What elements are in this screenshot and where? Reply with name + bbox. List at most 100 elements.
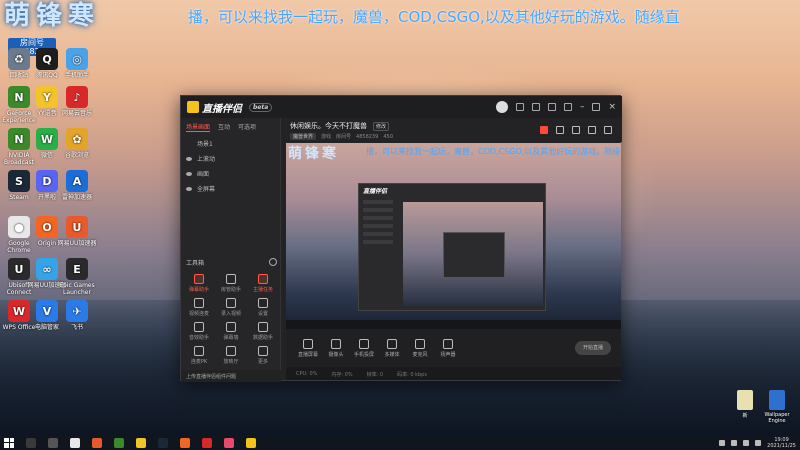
start-menu-icon[interactable] <box>4 437 14 448</box>
user-avatar[interactable] <box>495 101 508 113</box>
input-method-icon[interactable] <box>755 439 762 446</box>
scene-item[interactable]: 场景1 <box>181 136 280 151</box>
stream-preview[interactable]: 萌锋寒 播，可以来找我一起玩，魔兽，COD,CSGO,以及其他好玩的游戏。随缘 … <box>286 143 621 329</box>
tool-more[interactable]: 更多 <box>249 346 277 365</box>
media-button[interactable]: 多媒体 <box>380 338 404 358</box>
desktop-shortcut[interactable]: A 雷神加速器 <box>56 170 98 201</box>
yy-icon[interactable] <box>136 437 146 448</box>
eye-icon[interactable] <box>186 171 192 176</box>
speaker-button[interactable]: 扬声器 <box>436 338 460 358</box>
nested-app-logo: 直播伴侣 <box>363 188 388 195</box>
task-view-icon[interactable] <box>48 437 58 448</box>
volume-icon[interactable] <box>743 439 750 446</box>
desktop-shortcut-label: Epic Games Launcher <box>59 282 95 296</box>
desktop-shortcut-label: 谷歌浏览 <box>64 152 89 159</box>
stream-category: 游戏 <box>321 134 332 140</box>
system-clock[interactable]: 19:09 2021/11/25 <box>767 437 796 449</box>
screen-capture-button[interactable]: 直播屏幕 <box>296 338 320 358</box>
desktop-shortcut[interactable]: ✈ 飞书 <box>56 300 98 331</box>
sidebar: 场景画面 互动 可选项 场景1 上滚动 画面 全屏幕 工具箱 弹幕助手 房管助手 主… <box>181 118 281 382</box>
tool-streamer-task[interactable]: 主播任务 <box>249 274 277 293</box>
scene-item[interactable]: 全屏幕 <box>181 181 280 196</box>
scene-item[interactable]: 画面 <box>181 166 280 181</box>
close-icon[interactable]: × <box>608 103 616 112</box>
more-icon <box>258 346 268 356</box>
titlebar[interactable]: 直播伴侣 beta – × <box>181 96 622 118</box>
layout-icon[interactable] <box>572 126 580 134</box>
desktop-shortcut[interactable]: U 网易UU加速器 <box>56 216 98 247</box>
uu-accelerator-icon: ∞ <box>36 258 58 280</box>
folder-icon <box>737 390 753 410</box>
eye-icon[interactable] <box>186 186 192 191</box>
minimize-icon[interactable]: – <box>580 103 585 112</box>
wechat-icon: W <box>36 128 58 150</box>
tab-scenes[interactable]: 场景画面 <box>186 122 211 132</box>
edit-title-button[interactable]: 修改 <box>373 121 390 131</box>
sidebar-footer[interactable]: 上传直播伴侣组件问题 <box>181 370 281 382</box>
desktop-shortcut-label: 手机助手 <box>64 72 89 79</box>
epic-games-icon: E <box>66 258 88 280</box>
tool-danmaku-helper[interactable]: 弹幕助手 <box>185 274 213 293</box>
desktop-icon-folder[interactable]: 新 <box>728 390 762 419</box>
tool-sound-effect[interactable]: 音效助手 <box>185 322 213 341</box>
desktop-icon-installer[interactable]: Wallpaper Engine <box>760 390 794 424</box>
tool-video-link[interactable]: 视频连麦 <box>185 298 213 317</box>
eye-icon[interactable] <box>186 156 192 161</box>
status-fps: 帧率: 0 <box>366 372 384 378</box>
tool-record-video[interactable]: 录入视频 <box>217 298 245 317</box>
menu-icon[interactable] <box>563 103 572 111</box>
sidebar-tabs: 场景画面 互动 可选项 <box>181 118 280 136</box>
taskbar-app-icon[interactable] <box>224 437 234 448</box>
tab-interaction[interactable]: 互动 <box>218 122 230 132</box>
scene-item[interactable]: 上滚动 <box>181 151 280 166</box>
settings-icon[interactable] <box>531 103 540 111</box>
control-label: 直播屏幕 <box>297 351 318 358</box>
live-companion-icon[interactable] <box>246 437 256 448</box>
preview-taskbar <box>286 320 621 329</box>
nested-sidebar <box>363 200 397 300</box>
toolbox-settings-icon[interactable] <box>269 258 277 266</box>
steam-icon[interactable] <box>158 437 168 448</box>
origin-icon[interactable] <box>180 437 190 448</box>
microphone-button[interactable]: 麦克风 <box>408 338 432 358</box>
tool-settings[interactable]: 设置 <box>249 298 277 317</box>
tool-danmaku-wall[interactable]: 弹幕墙 <box>217 322 245 341</box>
record-video-icon <box>226 298 236 308</box>
tab-options[interactable]: 可选项 <box>238 122 256 132</box>
desktop-shortcut-label: 网易UU加速器 <box>57 240 97 247</box>
lock-icon[interactable] <box>556 126 564 134</box>
search-icon[interactable] <box>26 437 36 448</box>
network-icon[interactable] <box>731 439 738 446</box>
stream-tag[interactable]: 魔兽世界 <box>290 133 317 140</box>
room-id: 4858239 <box>356 133 379 140</box>
chrome-icon[interactable] <box>70 437 80 448</box>
taskbar-app-icon[interactable] <box>92 437 102 448</box>
tool-link-pk[interactable]: 连麦PK <box>185 346 213 365</box>
preview-overlay-marquee: 播，可以来找我一起玩，魔兽，COD,CSGO,以及其他好玩的游戏。随缘 <box>366 147 621 156</box>
tool-data-helper[interactable]: 数据助手 <box>249 322 277 341</box>
record-icon[interactable] <box>540 126 548 134</box>
bell-icon[interactable] <box>588 126 596 134</box>
maximize-icon[interactable] <box>592 103 601 111</box>
control-label: 手机投屏 <box>353 351 374 358</box>
phone-cast-button[interactable]: 手机投屏 <box>352 338 376 358</box>
desktop-shortcut-label: 雷神加速器 <box>61 194 92 201</box>
message-icon[interactable] <box>515 103 524 111</box>
start-live-button[interactable]: 开始直播 <box>575 341 611 355</box>
tool-label: 更多 <box>257 359 268 365</box>
desktop-shortcut[interactable]: ◎ 手机助手 <box>56 48 98 79</box>
tool-cinema[interactable]: 放映厅 <box>217 346 245 365</box>
tray-arrow-icon[interactable] <box>719 439 726 446</box>
netease-icon[interactable] <box>202 437 212 448</box>
camera-button[interactable]: 摄像头 <box>324 338 348 358</box>
nvidia-icon[interactable] <box>114 437 124 448</box>
desktop-shortcut[interactable]: ♪ 网易云音乐 <box>56 86 98 117</box>
tool-room-admin[interactable]: 房管助手 <box>217 274 245 293</box>
control-label: 摄像头 <box>328 351 344 358</box>
desktop-shortcut[interactable]: E Epic Games Launcher <box>56 258 98 296</box>
skin-icon[interactable] <box>547 103 556 111</box>
desktop-shortcut[interactable]: ✿ 谷歌浏览 <box>56 128 98 159</box>
pc-manager-icon: V <box>36 300 58 322</box>
share-icon[interactable] <box>604 126 612 134</box>
qq-icon: Q <box>36 48 58 70</box>
